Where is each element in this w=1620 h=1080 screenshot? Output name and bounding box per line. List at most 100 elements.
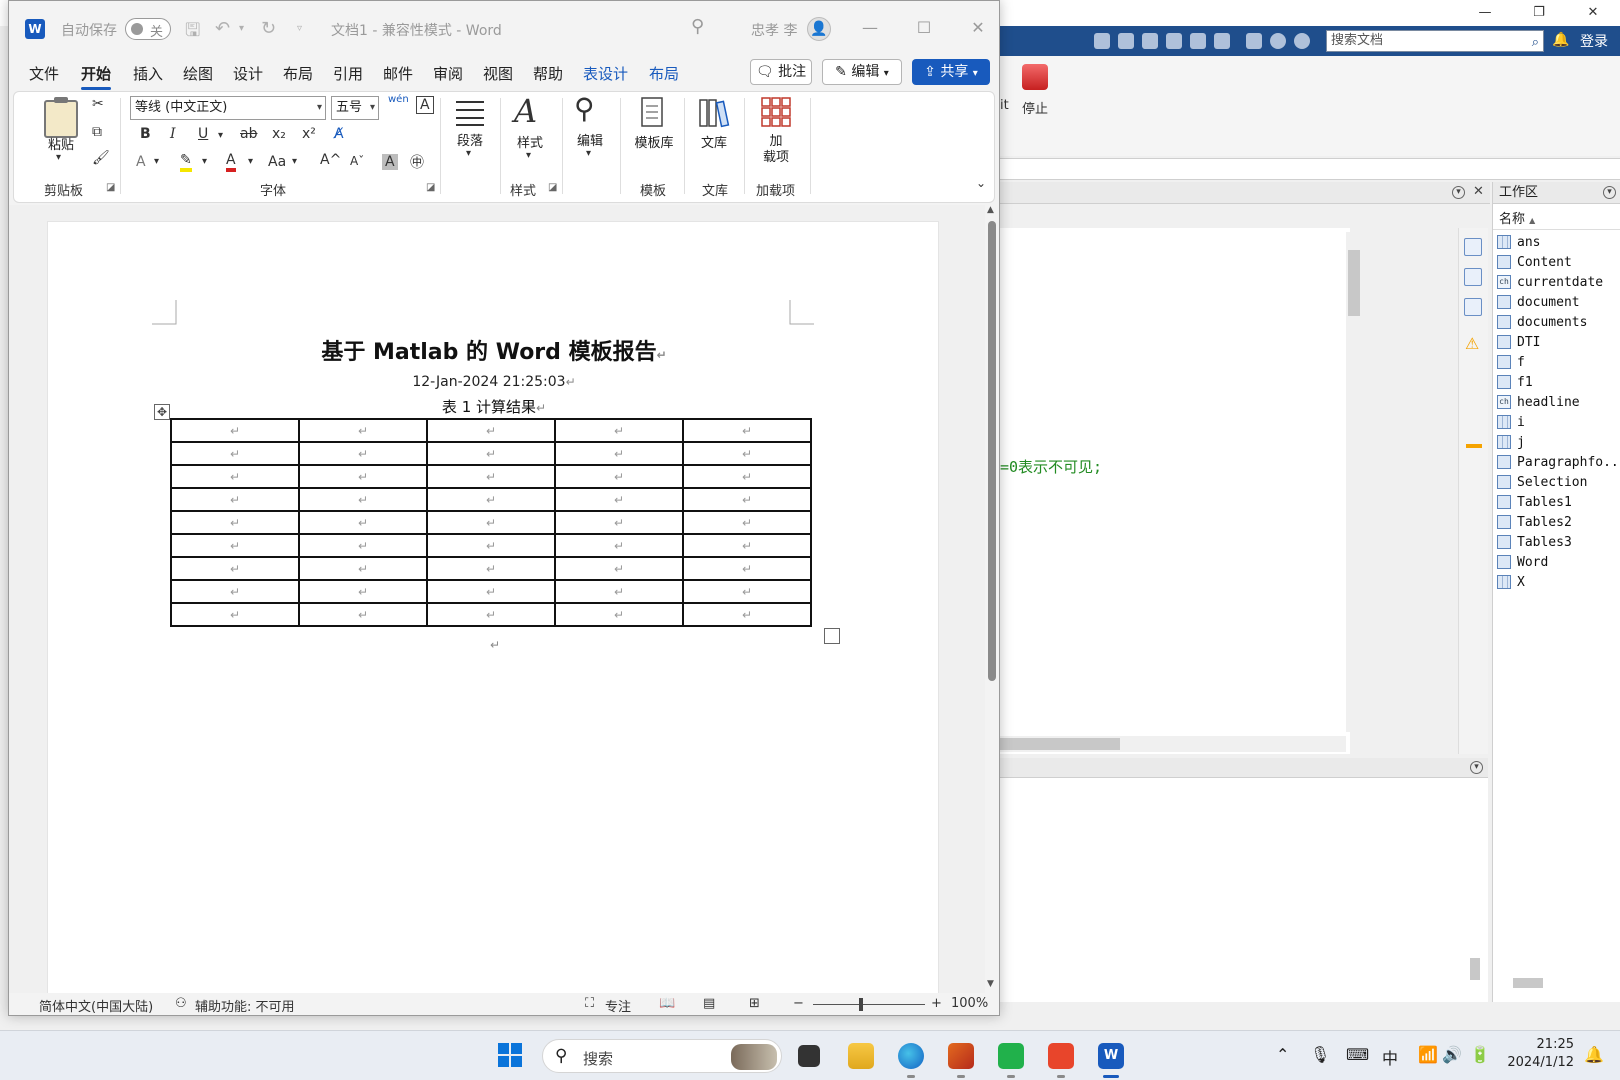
table-cell[interactable]: ↵ xyxy=(426,579,556,604)
share-button[interactable]: ⇪ 共享 ▾ xyxy=(912,59,990,85)
switch-windows-icon[interactable] xyxy=(1246,33,1262,49)
table-cell[interactable]: ↵ xyxy=(426,441,556,466)
workspace-variable[interactable]: f1 xyxy=(1493,372,1620,392)
input-method-indicator[interactable]: 中 xyxy=(1382,1045,1398,1069)
undo-icon[interactable]: ↶ xyxy=(215,18,230,39)
collapse-ribbon-icon[interactable]: ⌄ xyxy=(976,176,986,190)
editor-horizontal-scroll-thumb[interactable] xyxy=(1000,738,1120,750)
edge-browser-icon[interactable] xyxy=(898,1043,924,1069)
save-icon[interactable] xyxy=(1094,33,1110,49)
command-window-scroll-thumb[interactable] xyxy=(1470,958,1480,980)
clock-date[interactable]: 2024/1/12 xyxy=(1504,1055,1574,1070)
find-icon[interactable]: ⚲ xyxy=(574,92,595,125)
table-cell[interactable]: ↵ xyxy=(682,510,812,535)
tree-icon[interactable] xyxy=(1464,298,1482,316)
strikethrough-button[interactable]: ab xyxy=(240,126,257,142)
table-cell[interactable]: ↵ xyxy=(298,579,428,604)
table-cell[interactable]: ↵ xyxy=(426,533,556,558)
matlab-close-button[interactable]: ✕ xyxy=(1578,4,1608,22)
tab-help[interactable]: 帮助 xyxy=(533,63,563,84)
paste-icon[interactable] xyxy=(1166,33,1182,49)
format-painter-icon[interactable]: 🖌 xyxy=(92,150,110,166)
tab-mailings[interactable]: 邮件 xyxy=(383,63,413,84)
document-page[interactable]: 基于 Matlab 的 Word 模板报告↵ 12-Jan-2024 21:25… xyxy=(47,221,939,1001)
table-cell[interactable]: ↵ xyxy=(298,441,428,466)
cut-icon[interactable] xyxy=(1118,33,1134,49)
underline-button[interactable]: U xyxy=(198,126,208,142)
table-cell[interactable]: ↵ xyxy=(554,602,684,627)
workspace-variable[interactable]: Content xyxy=(1493,252,1620,272)
table-cell[interactable]: ↵ xyxy=(170,441,300,466)
red-app-icon[interactable] xyxy=(1048,1043,1074,1069)
bell-icon[interactable]: 🔔 xyxy=(1552,32,1569,48)
minimize-button[interactable]: — xyxy=(855,15,885,41)
character-border-icon[interactable]: A xyxy=(416,96,434,114)
zoom-slider[interactable] xyxy=(813,1004,925,1005)
file-explorer-icon[interactable] xyxy=(848,1043,874,1069)
editor-close-icon[interactable]: ✕ xyxy=(1472,185,1485,199)
search-icon[interactable]: ⚲ xyxy=(691,16,704,37)
font-launcher-icon[interactable]: ◪ xyxy=(426,182,435,193)
stop-icon[interactable] xyxy=(1022,64,1048,90)
tab-references[interactable]: 引用 xyxy=(333,63,363,84)
matlab-command-window[interactable] xyxy=(1000,758,1488,1002)
cut-icon[interactable]: ✂ xyxy=(92,96,104,112)
table-cell[interactable]: ↵ xyxy=(682,579,812,604)
table-cell[interactable]: ↵ xyxy=(298,464,428,489)
styles-icon[interactable]: A xyxy=(514,92,537,130)
font-size-select[interactable]: 五号 ▾ xyxy=(331,96,379,120)
font-name-select[interactable]: 等线 (中文正文) ▾ xyxy=(130,96,326,120)
workspace-variable[interactable]: Paragraphfo... xyxy=(1493,452,1620,472)
table-cell[interactable]: ↵ xyxy=(170,510,300,535)
search-icon[interactable]: ⌕ xyxy=(1532,33,1539,53)
table-cell[interactable]: ↵ xyxy=(682,602,812,627)
table-move-handle[interactable]: ✥ xyxy=(154,404,170,420)
styles-launcher-icon[interactable]: ◪ xyxy=(548,182,557,193)
notification-icon[interactable]: 🔔 xyxy=(1584,1045,1604,1064)
table-cell[interactable]: ↵ xyxy=(682,418,812,443)
workspace-variable[interactable]: documents xyxy=(1493,312,1620,332)
workspace-scroll-thumb[interactable] xyxy=(1513,978,1543,988)
workspace-variable[interactable]: f xyxy=(1493,352,1620,372)
table-cell[interactable]: ↵ xyxy=(170,464,300,489)
phonetic-guide-icon[interactable]: wén xyxy=(388,94,409,105)
workspace-variable[interactable]: ch headline xyxy=(1493,392,1620,412)
shrink-font-button[interactable]: Aˇ xyxy=(350,154,364,168)
table-cell[interactable]: ↵ xyxy=(298,487,428,512)
font-color-icon[interactable]: A xyxy=(226,152,236,172)
login-link[interactable]: 登录 xyxy=(1580,31,1608,51)
undo-dropdown-icon[interactable]: ▾ xyxy=(239,23,244,34)
font-color-dropdown-icon[interactable]: ▾ xyxy=(248,156,253,167)
character-shading-icon[interactable]: A xyxy=(382,154,398,170)
table-cell[interactable]: ↵ xyxy=(426,418,556,443)
warning-icon[interactable]: ⚠ xyxy=(1465,334,1479,353)
undo-icon[interactable] xyxy=(1190,33,1206,49)
workspace-variable[interactable]: Tables2 xyxy=(1493,512,1620,532)
wifi-icon[interactable]: 📶 xyxy=(1418,1045,1438,1064)
editing-dropdown-icon[interactable]: ▾ xyxy=(586,148,591,159)
report-title[interactable]: 基于 Matlab 的 Word 模板报告↵ xyxy=(48,334,940,366)
document-icon[interactable] xyxy=(1464,238,1482,256)
underline-dropdown-icon[interactable]: ▾ xyxy=(218,130,223,141)
workspace-variable[interactable]: j xyxy=(1493,432,1620,452)
enclose-characters-icon[interactable]: ㊥ xyxy=(410,152,424,172)
user-name[interactable]: 忠孝 李 xyxy=(751,20,797,40)
scroll-up-icon[interactable]: ▲ xyxy=(987,205,994,215)
tab-insert[interactable]: 插入 xyxy=(133,63,163,84)
table-cell[interactable]: ↵ xyxy=(554,579,684,604)
paste-button-label[interactable]: 粘贴 xyxy=(44,134,78,153)
editing-button-label[interactable]: 编辑 xyxy=(570,130,610,149)
autosave-toggle[interactable]: 关 xyxy=(125,18,171,40)
matlab-restore-button[interactable]: ❐ xyxy=(1524,4,1554,22)
help-icon[interactable] xyxy=(1270,33,1286,49)
text-effects-dropdown-icon[interactable]: ▾ xyxy=(154,156,159,167)
table-cell[interactable]: ↵ xyxy=(682,464,812,489)
workspace-variable[interactable]: i xyxy=(1493,412,1620,432)
microphone-icon[interactable]: 🎙 xyxy=(1310,1045,1330,1064)
keyboard-icon[interactable]: ⌨ xyxy=(1346,1045,1369,1064)
paragraph-icon[interactable] xyxy=(454,98,486,126)
table-cell[interactable]: ↵ xyxy=(298,418,428,443)
library-button-label[interactable]: 文库 xyxy=(694,132,734,151)
document-scroll-thumb[interactable] xyxy=(988,221,996,681)
paste-icon[interactable] xyxy=(44,97,78,138)
